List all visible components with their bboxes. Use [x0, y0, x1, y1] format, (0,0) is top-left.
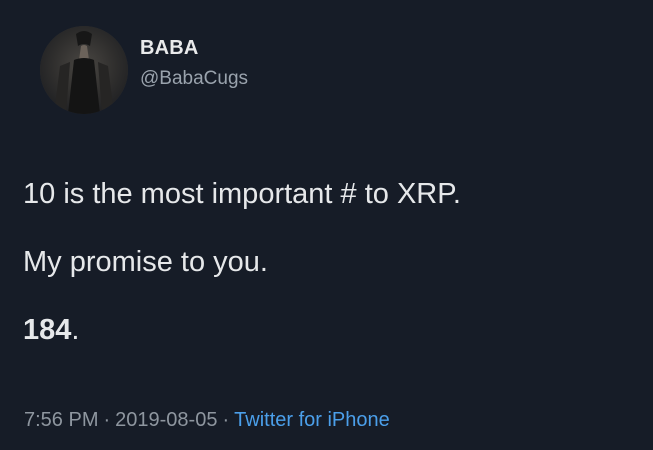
tweet-body: 10 is the most important # to XRP. My pr…	[23, 180, 461, 353]
meta-separator: ·	[222, 409, 230, 431]
tweet-text-line-2: My promise to you.	[23, 246, 268, 278]
tweet-number-period: .	[71, 314, 80, 346]
tweet-meta: 7:56 PM · 2019-08-05 · Twitter for iPhone	[24, 409, 390, 432]
author-display-name[interactable]: BABA	[140, 37, 248, 60]
tweet-text-line-1: 10 is the most important # to XRP.	[23, 178, 461, 210]
tweet-time[interactable]: 7:56 PM	[24, 409, 98, 431]
tweet-date[interactable]: 2019-08-05	[115, 409, 217, 431]
avatar-image	[40, 26, 128, 114]
author-names: BABA @BabaCugs	[140, 37, 248, 90]
avatar[interactable]	[40, 26, 128, 114]
tweet-card: BABA @BabaCugs 10 is the most important …	[0, 0, 653, 450]
tweet-source-link[interactable]: Twitter for iPhone	[234, 409, 390, 431]
tweet-header: BABA @BabaCugs	[40, 26, 248, 114]
meta-separator: ·	[103, 409, 111, 431]
author-handle[interactable]: @BabaCugs	[140, 68, 248, 90]
tweet-number: 184	[23, 314, 72, 346]
tweet-text-line-3: 184.	[23, 316, 461, 353]
